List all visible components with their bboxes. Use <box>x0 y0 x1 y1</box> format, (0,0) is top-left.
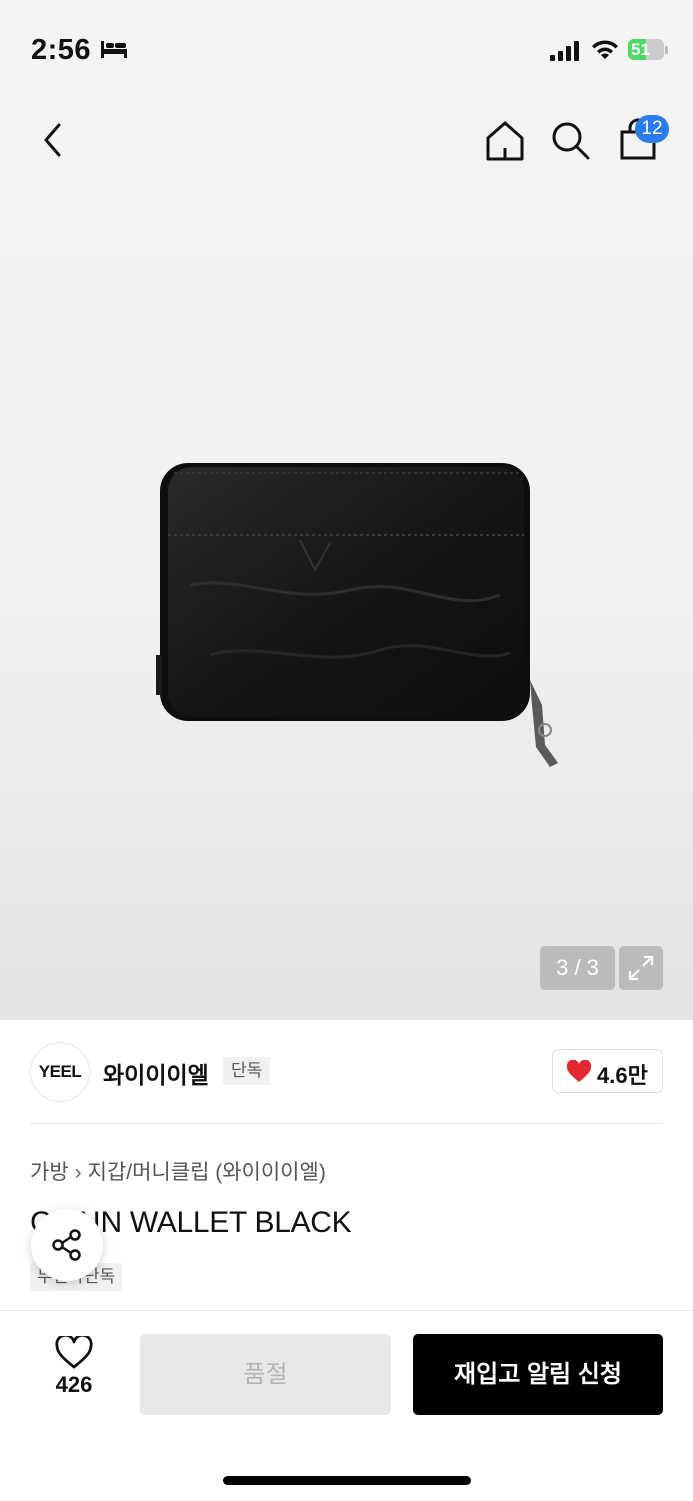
wifi-icon <box>592 40 618 59</box>
restock-alert-button[interactable]: 재입고 알림 신청 <box>413 1334 663 1415</box>
breadcrumb-subcategory[interactable]: 지갑/머니클립 (와이이이엘) <box>88 1161 326 1184</box>
breadcrumb-category[interactable]: 가방 <box>30 1161 69 1184</box>
product-image-area[interactable]: 2:56 51 12 3 / 3 <box>0 0 693 1020</box>
status-bar: 2:56 51 <box>0 0 693 100</box>
home-indicator <box>223 1476 471 1485</box>
image-pager: 3 / 3 <box>540 946 615 990</box>
breadcrumb: 가방 › 지갑/머니클립 (와이이이엘) <box>30 1156 326 1186</box>
search-icon[interactable] <box>549 119 591 161</box>
share-icon <box>52 1229 81 1261</box>
battery-level: 51 <box>631 40 650 59</box>
sleep-bed-icon <box>101 41 127 58</box>
heart-outline-icon <box>55 1336 93 1369</box>
cart-count-badge: 12 <box>635 115 669 143</box>
share-button[interactable] <box>31 1209 103 1281</box>
brand-like-count: 4.6만 <box>597 1063 648 1088</box>
brand-logo[interactable]: YEEL <box>30 1042 90 1102</box>
breadcrumb-separator: › <box>74 1161 82 1184</box>
expand-icon <box>628 955 654 981</box>
wish-count: 426 <box>55 1372 93 1397</box>
section-divider <box>30 1123 663 1124</box>
brand-name-link[interactable]: 와이이이엘 <box>103 1056 209 1090</box>
heart-filled-icon <box>566 1060 592 1082</box>
brand-like-button[interactable]: 4.6만 <box>552 1049 663 1093</box>
product-photo-wallet <box>156 463 558 767</box>
brand-exclusive-tag: 단독 <box>223 1057 271 1085</box>
battery-indicator: 51 <box>628 39 670 62</box>
home-icon[interactable] <box>483 119 527 163</box>
status-time: 2:56 <box>31 34 92 66</box>
expand-image-button[interactable] <box>619 946 663 990</box>
wish-button[interactable]: 426 <box>44 1336 104 1410</box>
cellular-signal-icon <box>550 41 579 61</box>
back-icon[interactable] <box>38 120 68 160</box>
soldout-button: 품절 <box>140 1334 391 1415</box>
